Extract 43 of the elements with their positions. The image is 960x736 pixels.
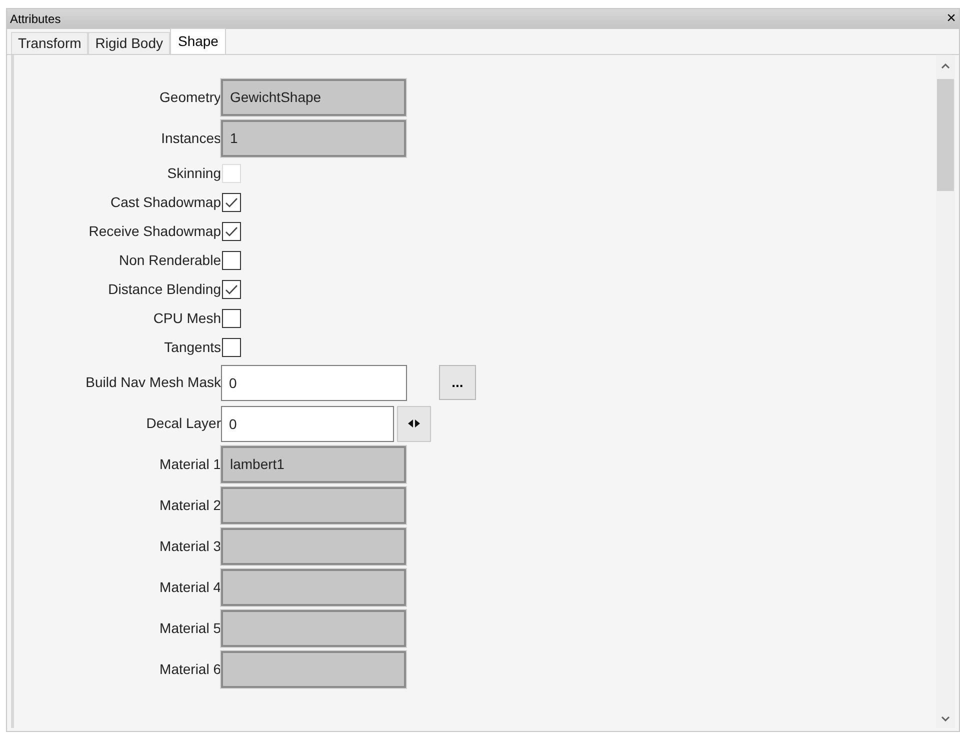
more-button[interactable]: ... xyxy=(439,365,476,400)
field-label: Decal Layer xyxy=(145,414,221,433)
field-label: Material 3 xyxy=(158,537,221,556)
scroll-up-icon[interactable] xyxy=(941,63,950,69)
spinner-button[interactable] xyxy=(397,406,431,442)
checkbox[interactable] xyxy=(222,251,241,270)
field-label: Material 5 xyxy=(158,619,221,638)
checkbox[interactable] xyxy=(222,222,241,241)
read-only-field: 1 xyxy=(221,120,406,157)
checkbox[interactable] xyxy=(222,193,241,212)
field-label: Material 6 xyxy=(158,660,221,679)
left-right-arrows-icon xyxy=(408,419,420,428)
field-label: Material 1 xyxy=(158,455,221,474)
close-button[interactable]: × xyxy=(946,11,956,27)
field-label: Receive Shadowmap xyxy=(88,222,221,241)
field-label: Material 2 xyxy=(158,496,221,515)
field-label: Distance Blending xyxy=(107,280,221,299)
check-icon xyxy=(225,197,238,208)
checkbox[interactable] xyxy=(222,309,241,328)
field-label: CPU Mesh xyxy=(152,309,221,328)
panel-title: Attributes xyxy=(10,11,61,28)
read-only-field: lambert1 xyxy=(221,446,406,483)
tab[interactable]: Transform xyxy=(11,32,88,54)
field-label: Skinning xyxy=(166,164,221,183)
scroll-thumb[interactable] xyxy=(937,79,954,191)
check-icon xyxy=(225,226,238,237)
input-field[interactable]: 0 xyxy=(221,406,394,442)
field-label: Instances xyxy=(160,129,221,148)
read-only-field: GewichtShape xyxy=(221,79,406,116)
field-label: Geometry xyxy=(158,88,221,107)
scrollbar[interactable] xyxy=(936,55,955,728)
field-label: Non Renderable xyxy=(118,251,221,270)
checkbox[interactable] xyxy=(222,280,241,299)
checkbox[interactable] xyxy=(222,338,241,357)
input-field[interactable]: 0 xyxy=(221,364,407,400)
field-label: Tangents xyxy=(163,338,221,357)
tab[interactable]: Rigid Body xyxy=(88,32,170,54)
scroll-down-icon[interactable] xyxy=(941,716,950,722)
tab[interactable]: Shape xyxy=(170,28,226,54)
field-label: Build Nav Mesh Mask xyxy=(84,373,221,392)
check-icon xyxy=(225,284,238,295)
field-label: Material 4 xyxy=(158,578,221,597)
field-label: Cast Shadowmap xyxy=(109,193,221,212)
